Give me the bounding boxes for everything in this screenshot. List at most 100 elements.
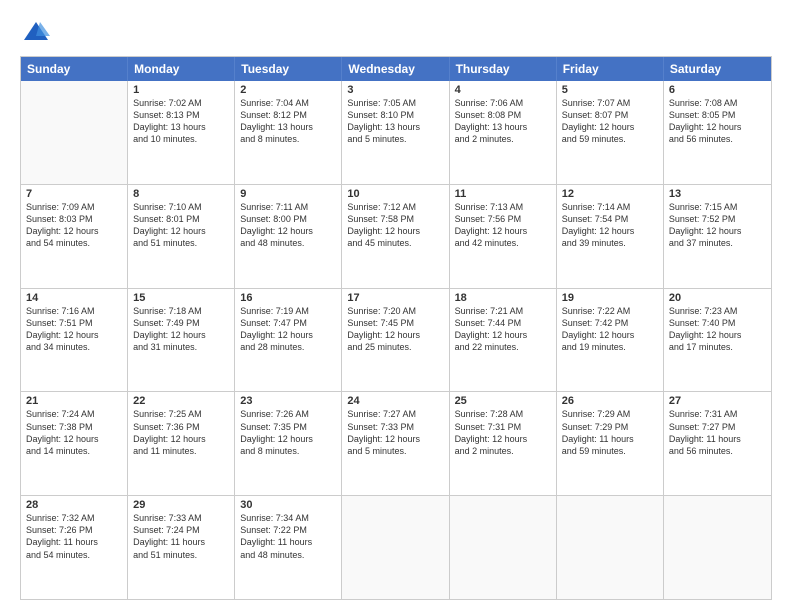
cell-info-line: and 51 minutes. xyxy=(133,237,229,249)
cell-info-line: Sunset: 7:52 PM xyxy=(669,213,766,225)
cell-info-line: Sunset: 7:35 PM xyxy=(240,421,336,433)
calendar-day-18: 18Sunrise: 7:21 AMSunset: 7:44 PMDayligh… xyxy=(450,289,557,392)
calendar: SundayMondayTuesdayWednesdayThursdayFrid… xyxy=(20,56,772,600)
calendar-day-19: 19Sunrise: 7:22 AMSunset: 7:42 PMDayligh… xyxy=(557,289,664,392)
cell-info-line: Daylight: 11 hours xyxy=(240,536,336,548)
day-number: 21 xyxy=(26,395,122,407)
calendar-day-9: 9Sunrise: 7:11 AMSunset: 8:00 PMDaylight… xyxy=(235,185,342,288)
cell-info-line: Sunrise: 7:21 AM xyxy=(455,305,551,317)
cell-info-line: Daylight: 12 hours xyxy=(133,225,229,237)
calendar-day-1: 1Sunrise: 7:02 AMSunset: 8:13 PMDaylight… xyxy=(128,81,235,184)
header-day-friday: Friday xyxy=(557,57,664,81)
cell-info-line: and 54 minutes. xyxy=(26,549,122,561)
header-day-saturday: Saturday xyxy=(664,57,771,81)
cell-info-line: Sunset: 8:10 PM xyxy=(347,109,443,121)
cell-info-line: Sunrise: 7:11 AM xyxy=(240,201,336,213)
calendar-day-4: 4Sunrise: 7:06 AMSunset: 8:08 PMDaylight… xyxy=(450,81,557,184)
calendar-day-14: 14Sunrise: 7:16 AMSunset: 7:51 PMDayligh… xyxy=(21,289,128,392)
day-number: 20 xyxy=(669,292,766,304)
calendar-day-21: 21Sunrise: 7:24 AMSunset: 7:38 PMDayligh… xyxy=(21,392,128,495)
cell-info-line: Sunset: 7:45 PM xyxy=(347,317,443,329)
cell-info-line: Sunset: 8:01 PM xyxy=(133,213,229,225)
cell-info-line: Daylight: 12 hours xyxy=(455,225,551,237)
cell-info-line: and 25 minutes. xyxy=(347,341,443,353)
cell-info-line: Daylight: 13 hours xyxy=(347,121,443,133)
header-day-tuesday: Tuesday xyxy=(235,57,342,81)
cell-info-line: Sunset: 7:26 PM xyxy=(26,524,122,536)
cell-info-line: Sunrise: 7:13 AM xyxy=(455,201,551,213)
cell-info-line: Sunrise: 7:06 AM xyxy=(455,97,551,109)
cell-info-line: Sunset: 8:12 PM xyxy=(240,109,336,121)
cell-info-line: Daylight: 12 hours xyxy=(562,329,658,341)
cell-info-line: Daylight: 12 hours xyxy=(347,433,443,445)
calendar-day-27: 27Sunrise: 7:31 AMSunset: 7:27 PMDayligh… xyxy=(664,392,771,495)
cell-info-line: Sunset: 7:40 PM xyxy=(669,317,766,329)
header xyxy=(20,18,772,46)
cell-info-line: Sunrise: 7:31 AM xyxy=(669,408,766,420)
day-number: 11 xyxy=(455,188,551,200)
cell-info-line: Daylight: 13 hours xyxy=(240,121,336,133)
cell-info-line: Daylight: 12 hours xyxy=(240,329,336,341)
day-number: 8 xyxy=(133,188,229,200)
cell-info-line: and 2 minutes. xyxy=(455,133,551,145)
cell-info-line: Sunrise: 7:26 AM xyxy=(240,408,336,420)
day-number: 13 xyxy=(669,188,766,200)
cell-info-line: Daylight: 12 hours xyxy=(26,433,122,445)
calendar-day-22: 22Sunrise: 7:25 AMSunset: 7:36 PMDayligh… xyxy=(128,392,235,495)
cell-info-line: and 10 minutes. xyxy=(133,133,229,145)
day-number: 7 xyxy=(26,188,122,200)
cell-info-line: Sunrise: 7:32 AM xyxy=(26,512,122,524)
cell-info-line: Sunset: 7:44 PM xyxy=(455,317,551,329)
cell-info-line: Sunset: 7:22 PM xyxy=(240,524,336,536)
cell-info-line: Sunrise: 7:22 AM xyxy=(562,305,658,317)
cell-info-line: Sunset: 7:24 PM xyxy=(133,524,229,536)
day-number: 5 xyxy=(562,84,658,96)
cell-info-line: Daylight: 12 hours xyxy=(669,329,766,341)
cell-info-line: and 22 minutes. xyxy=(455,341,551,353)
day-number: 24 xyxy=(347,395,443,407)
cell-info-line: Sunrise: 7:05 AM xyxy=(347,97,443,109)
day-number: 23 xyxy=(240,395,336,407)
cell-info-line: Sunrise: 7:14 AM xyxy=(562,201,658,213)
cell-info-line: Sunset: 7:51 PM xyxy=(26,317,122,329)
cell-info-line: Daylight: 12 hours xyxy=(133,329,229,341)
cell-info-line: and 2 minutes. xyxy=(455,445,551,457)
cell-info-line: Sunrise: 7:23 AM xyxy=(669,305,766,317)
cell-info-line: and 8 minutes. xyxy=(240,445,336,457)
cell-info-line: Daylight: 11 hours xyxy=(562,433,658,445)
day-number: 28 xyxy=(26,499,122,511)
cell-info-line: Sunset: 7:36 PM xyxy=(133,421,229,433)
day-number: 17 xyxy=(347,292,443,304)
cell-info-line: and 19 minutes. xyxy=(562,341,658,353)
cell-info-line: Daylight: 12 hours xyxy=(133,433,229,445)
cell-info-line: and 37 minutes. xyxy=(669,237,766,249)
cell-info-line: Sunrise: 7:04 AM xyxy=(240,97,336,109)
cell-info-line: and 17 minutes. xyxy=(669,341,766,353)
cell-info-line: and 45 minutes. xyxy=(347,237,443,249)
cell-info-line: Sunset: 7:49 PM xyxy=(133,317,229,329)
calendar-day-10: 10Sunrise: 7:12 AMSunset: 7:58 PMDayligh… xyxy=(342,185,449,288)
cell-info-line: Sunset: 7:54 PM xyxy=(562,213,658,225)
cell-info-line: and 48 minutes. xyxy=(240,237,336,249)
calendar-day-11: 11Sunrise: 7:13 AMSunset: 7:56 PMDayligh… xyxy=(450,185,557,288)
cell-info-line: and 31 minutes. xyxy=(133,341,229,353)
cell-info-line: Sunrise: 7:16 AM xyxy=(26,305,122,317)
calendar-body: 1Sunrise: 7:02 AMSunset: 8:13 PMDaylight… xyxy=(21,81,771,599)
cell-info-line: Sunset: 8:13 PM xyxy=(133,109,229,121)
calendar-day-28: 28Sunrise: 7:32 AMSunset: 7:26 PMDayligh… xyxy=(21,496,128,599)
cell-info-line: Daylight: 12 hours xyxy=(455,433,551,445)
calendar-empty-cell xyxy=(557,496,664,599)
day-number: 14 xyxy=(26,292,122,304)
cell-info-line: Sunrise: 7:07 AM xyxy=(562,97,658,109)
cell-info-line: Sunrise: 7:24 AM xyxy=(26,408,122,420)
cell-info-line: and 59 minutes. xyxy=(562,133,658,145)
cell-info-line: Sunset: 8:07 PM xyxy=(562,109,658,121)
page: SundayMondayTuesdayWednesdayThursdayFrid… xyxy=(0,0,792,612)
cell-info-line: and 28 minutes. xyxy=(240,341,336,353)
day-number: 9 xyxy=(240,188,336,200)
day-number: 26 xyxy=(562,395,658,407)
calendar-day-23: 23Sunrise: 7:26 AMSunset: 7:35 PMDayligh… xyxy=(235,392,342,495)
cell-info-line: Daylight: 12 hours xyxy=(562,121,658,133)
cell-info-line: Sunset: 7:47 PM xyxy=(240,317,336,329)
day-number: 15 xyxy=(133,292,229,304)
